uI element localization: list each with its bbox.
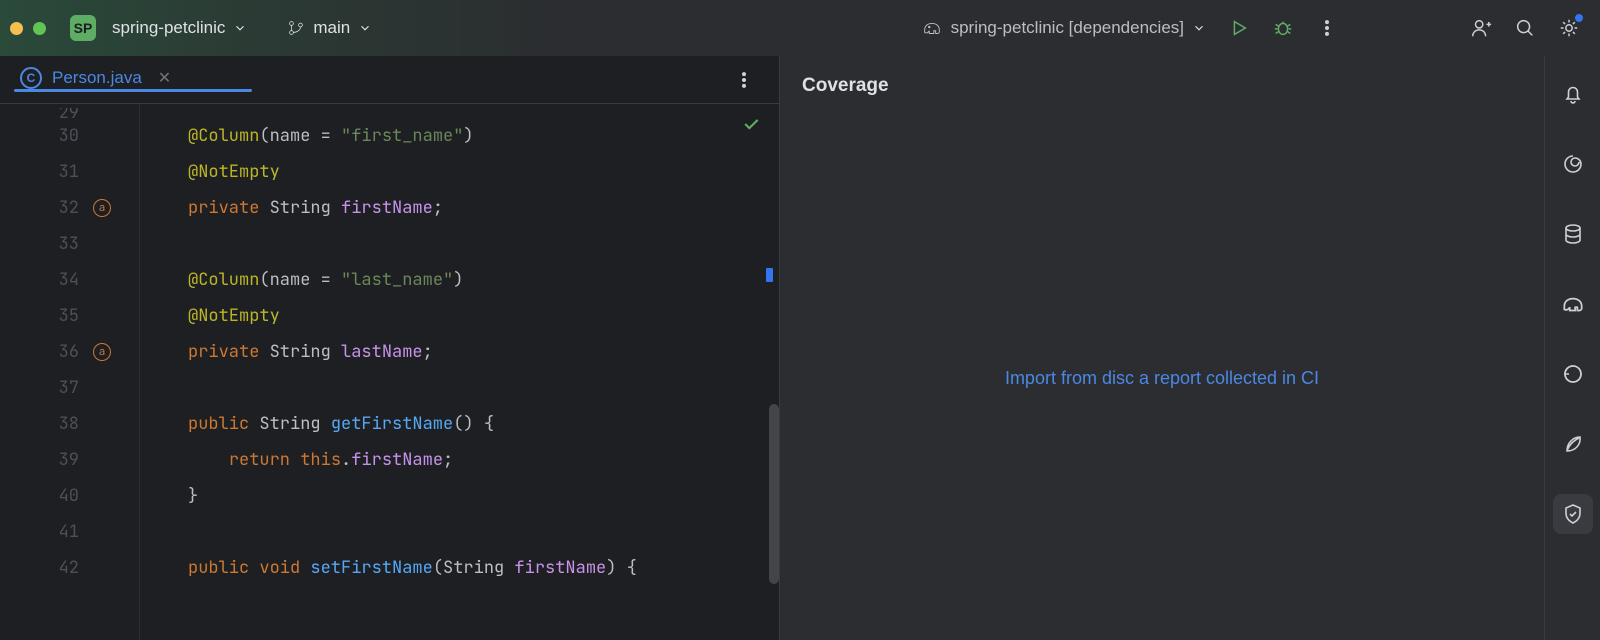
branch-name: main <box>313 18 350 38</box>
add-user-icon <box>1470 17 1492 39</box>
bug-icon <box>1272 17 1294 39</box>
elephant-icon <box>921 17 943 39</box>
code-line[interactable]: private String lastName; <box>188 334 779 370</box>
spiral-icon <box>1561 152 1585 176</box>
chevron-down-icon <box>1192 21 1206 35</box>
coverage-empty-state: Import from disc a report collected in C… <box>780 116 1544 640</box>
code-line[interactable]: public void setFirstName(String firstNam… <box>188 550 779 586</box>
active-tab-indicator <box>14 89 252 92</box>
gutter-annotation-marker[interactable]: a <box>93 199 111 217</box>
code-line[interactable] <box>188 514 779 550</box>
right-tool-stripe <box>1544 56 1600 640</box>
gutter-line: 42 <box>0 550 139 586</box>
update-badge <box>1575 14 1583 22</box>
gutter-line: 32a <box>0 190 139 226</box>
gutter-line: 40 <box>0 478 139 514</box>
leaf-icon <box>1561 432 1585 456</box>
run-button[interactable] <box>1222 11 1256 45</box>
code-editor[interactable]: 29303132a33343536a373839404142 @Column(n… <box>0 104 779 640</box>
database-tool-button[interactable] <box>1553 214 1593 254</box>
play-icon <box>1228 17 1250 39</box>
gutter-line: 31 <box>0 154 139 190</box>
code-line[interactable]: return this.firstName; <box>188 442 779 478</box>
ai-assistant-tool-button[interactable] <box>1553 144 1593 184</box>
editor-gutter: 29303132a33343536a373839404142 <box>0 104 140 640</box>
code-line[interactable]: @Column(name = "first_name") <box>188 118 779 154</box>
code-line[interactable]: public String getFirstName() { <box>188 406 779 442</box>
class-file-icon: C <box>20 67 42 89</box>
vertical-scrollbar-thumb[interactable] <box>769 404 779 584</box>
more-vertical-icon <box>1317 18 1337 38</box>
search-icon <box>1514 17 1536 39</box>
coverage-title: Coverage <box>780 56 1544 116</box>
gutter-line: 38 <box>0 406 139 442</box>
chevron-down-icon <box>233 21 247 35</box>
title-bar: SP spring-petclinic main spring-petclini… <box>0 0 1600 56</box>
gradle-tool-button[interactable] <box>1553 284 1593 324</box>
target-icon <box>1561 362 1585 386</box>
editor-tab-person[interactable]: C Person.java ✕ <box>14 67 252 89</box>
code-line[interactable]: @NotEmpty <box>188 298 779 334</box>
gutter-line: 34 <box>0 262 139 298</box>
close-tab-button[interactable]: ✕ <box>158 68 171 88</box>
editor-pane: C Person.java ✕ 29303132a33343536a373839… <box>0 56 780 640</box>
search-button[interactable] <box>1508 11 1542 45</box>
coverage-tool-window: Coverage Import from disc a report colle… <box>780 56 1544 640</box>
code-line[interactable] <box>188 226 779 262</box>
bell-icon <box>1561 82 1585 106</box>
project-badge: SP <box>70 15 96 41</box>
gutter-line: 35 <box>0 298 139 334</box>
code-line[interactable] <box>188 108 779 118</box>
gutter-line: 41 <box>0 514 139 550</box>
gutter-annotation-marker[interactable]: a <box>93 343 111 361</box>
branch-icon <box>287 19 305 37</box>
more-vertical-icon <box>734 70 754 90</box>
code-line[interactable] <box>188 370 779 406</box>
elephant-icon <box>1560 291 1586 317</box>
editor-tabs: C Person.java ✕ <box>0 56 779 104</box>
gutter-line: 39 <box>0 442 139 478</box>
inspection-ok-icon[interactable] <box>741 114 761 140</box>
code-line[interactable]: private String firstName; <box>188 190 779 226</box>
notifications-tool-button[interactable] <box>1553 74 1593 114</box>
editor-code-area[interactable]: @Column(name = "first_name")@NotEmptypri… <box>140 104 779 640</box>
window-controls <box>10 22 46 35</box>
gutter-line: 36a <box>0 334 139 370</box>
gutter-line: 37 <box>0 370 139 406</box>
maven-tool-button[interactable] <box>1553 354 1593 394</box>
code-with-me-button[interactable] <box>1464 11 1498 45</box>
project-name: spring-petclinic <box>112 18 225 38</box>
database-icon <box>1561 222 1585 246</box>
error-stripe-mark[interactable] <box>766 268 773 282</box>
minimize-dot[interactable] <box>10 22 23 35</box>
code-line[interactable]: @Column(name = "last_name") <box>188 262 779 298</box>
debug-button[interactable] <box>1266 11 1300 45</box>
chevron-down-icon <box>358 21 372 35</box>
tab-filename: Person.java <box>52 68 142 88</box>
spring-tool-button[interactable] <box>1553 424 1593 464</box>
code-line[interactable]: @NotEmpty <box>188 154 779 190</box>
editor-tab-more-button[interactable] <box>727 63 761 97</box>
import-coverage-link[interactable]: Import from disc a report collected in C… <box>1005 368 1319 389</box>
zoom-dot[interactable] <box>33 22 46 35</box>
gutter-line: 30 <box>0 118 139 154</box>
gutter-line: 33 <box>0 226 139 262</box>
settings-button[interactable] <box>1552 11 1586 45</box>
more-actions-button[interactable] <box>1310 11 1344 45</box>
coverage-tool-button[interactable] <box>1553 494 1593 534</box>
vcs-branch-selector[interactable]: main <box>281 14 378 42</box>
code-line[interactable]: } <box>188 478 779 514</box>
gutter-line: 29 <box>0 108 139 118</box>
run-config-selector[interactable]: spring-petclinic [dependencies] <box>915 13 1212 43</box>
shield-check-icon <box>1561 502 1585 526</box>
project-selector[interactable]: spring-petclinic <box>106 14 253 42</box>
run-config-name: spring-petclinic [dependencies] <box>951 18 1184 38</box>
